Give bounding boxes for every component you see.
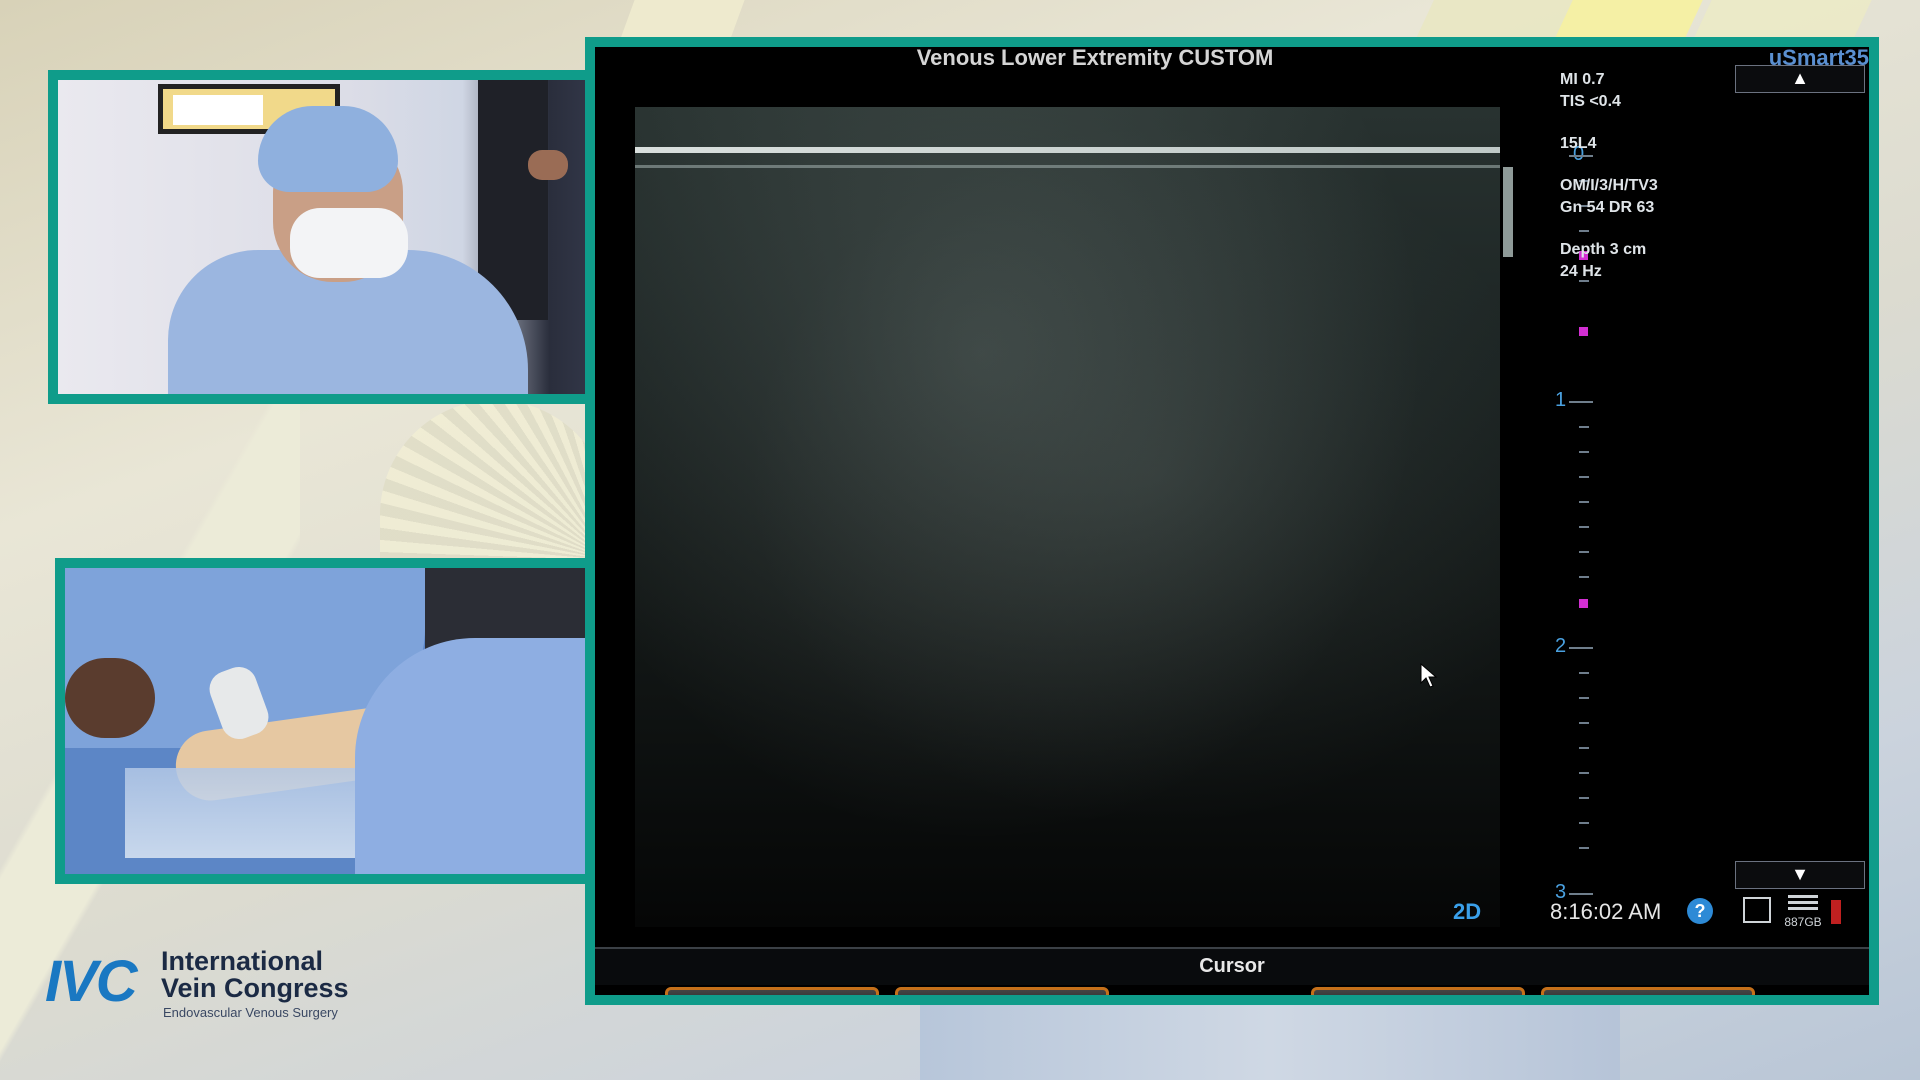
depth-tick bbox=[1579, 822, 1589, 824]
depth-tick bbox=[1569, 401, 1593, 403]
depth-tick bbox=[1579, 772, 1589, 774]
softkey-bar: Dynamic Range Focal Zones ← → Focal Rang… bbox=[595, 987, 1869, 995]
tissue-echo-line bbox=[635, 165, 1500, 168]
ultrasound-image bbox=[635, 107, 1513, 927]
depth-tick bbox=[1579, 451, 1589, 453]
depth-tick bbox=[1579, 697, 1589, 699]
status-bar: Cursor bbox=[595, 947, 1869, 985]
logo-name-line1: International bbox=[161, 946, 324, 976]
depth-tick bbox=[1579, 476, 1589, 478]
surgical-mask bbox=[290, 208, 408, 278]
focal-zone-marker bbox=[1579, 327, 1588, 336]
depth-tick bbox=[1579, 501, 1589, 503]
param-tis: TIS <0.4 bbox=[1560, 93, 1621, 110]
imaging-parameters: MI 0.7 TIS <0.4 15L4 OM/I/3/H/TV3 Gn 54 … bbox=[1560, 69, 1658, 283]
crew-hand bbox=[528, 150, 568, 180]
focal-zone-marker bbox=[1579, 599, 1588, 608]
param-frame-rate: 24 Hz bbox=[1560, 263, 1602, 280]
focal-zones-button[interactable]: Focal Zones bbox=[895, 987, 1109, 995]
param-depth: Depth 3 cm bbox=[1560, 241, 1647, 258]
ultrasound-screen: Venous Lower Extremity CUSTOM uSmart35 0… bbox=[585, 37, 1879, 1005]
bg-fan-graphic bbox=[380, 400, 610, 560]
assistant-arm bbox=[65, 658, 155, 738]
softkey-page-arrows[interactable]: ← → bbox=[1155, 991, 1286, 995]
logo-name: International Vein Congress bbox=[161, 948, 349, 1002]
network-icon bbox=[1743, 897, 1771, 923]
storage-label: 887GB bbox=[1784, 915, 1822, 929]
skin-echo-line bbox=[635, 147, 1500, 153]
depth-tick bbox=[1579, 551, 1589, 553]
depth-tick bbox=[1579, 722, 1589, 724]
camera-feed-procedure bbox=[55, 558, 645, 884]
depth-label: 1 bbox=[1555, 389, 1567, 411]
depth-tick bbox=[1579, 576, 1589, 578]
depth-label: 2 bbox=[1555, 635, 1567, 657]
focal-range-button[interactable]: Focal Range bbox=[1311, 987, 1525, 995]
depth-tick bbox=[1579, 526, 1589, 528]
help-icon[interactable]: ? bbox=[1687, 898, 1713, 924]
storage-icon: 887GB bbox=[1783, 895, 1823, 929]
bg-bottom-band bbox=[920, 1000, 1620, 1080]
param-probe: 15L4 bbox=[1560, 135, 1597, 152]
depth-tick bbox=[1579, 672, 1589, 674]
env-button[interactable]: ENV bbox=[1541, 987, 1755, 995]
depth-tick bbox=[1569, 893, 1593, 895]
mouse-pointer-icon bbox=[1420, 662, 1438, 694]
camera-feed-surgeon bbox=[48, 70, 646, 404]
depth-tick bbox=[1569, 647, 1593, 649]
param-gain-dr: Gn 54 DR 63 bbox=[1560, 199, 1655, 216]
record-indicator bbox=[1831, 900, 1841, 924]
imaging-mode-label: 2D bbox=[1453, 899, 1482, 924]
surgical-cap bbox=[258, 106, 398, 192]
param-mi: MI 0.7 bbox=[1560, 71, 1605, 88]
logo-subtitle: Endovascular Venous Surgery bbox=[163, 1005, 338, 1020]
param-mode: OM/I/3/H/TV3 bbox=[1560, 177, 1658, 194]
dynamic-range-button[interactable]: Dynamic Range bbox=[665, 987, 879, 995]
depth-tick bbox=[1579, 847, 1589, 849]
scroll-down-button[interactable]: ▼ bbox=[1735, 861, 1865, 889]
logo-mark: IVC bbox=[45, 949, 138, 1014]
depth-tick bbox=[1579, 426, 1589, 428]
probe-marker bbox=[1503, 167, 1513, 257]
depth-tick bbox=[1579, 747, 1589, 749]
depth-tick bbox=[1579, 797, 1589, 799]
system-clock: 8:16:02 AM bbox=[1550, 899, 1662, 924]
logo-name-line2: Vein Congress bbox=[161, 973, 349, 1003]
preset-title: Venous Lower Extremity CUSTOM bbox=[916, 45, 1274, 70]
scroll-up-button[interactable]: ▲ bbox=[1735, 65, 1865, 93]
